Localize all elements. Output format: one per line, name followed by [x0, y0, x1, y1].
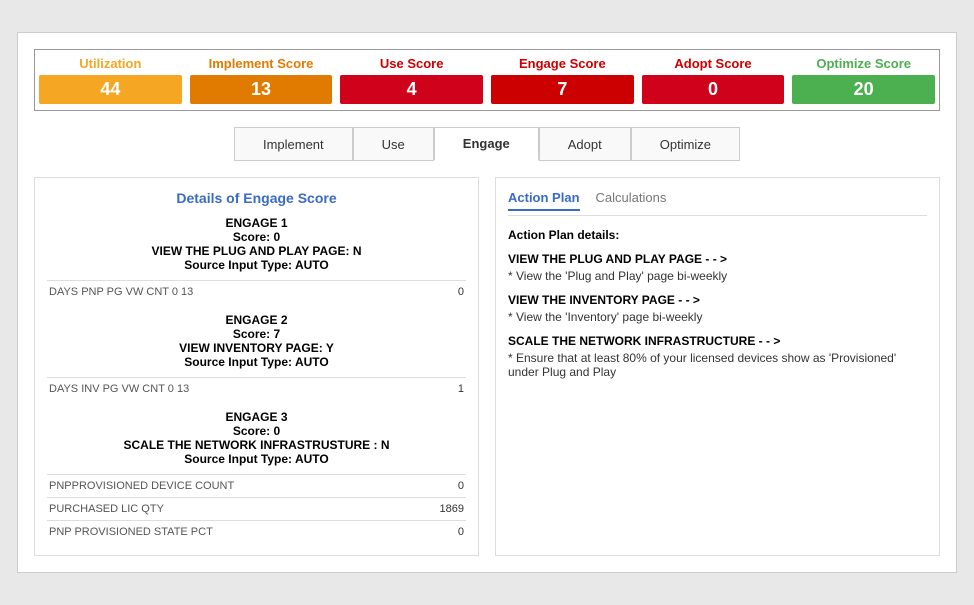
data-value-purchased-lic: 1869: [440, 503, 464, 515]
engage-2-detail: VIEW INVENTORY PAGE: Y: [47, 341, 466, 355]
tab-use[interactable]: Use: [353, 127, 434, 161]
tab-engage[interactable]: Engage: [434, 127, 539, 161]
ap-item-1-title: VIEW THE PLUG AND PLAY PAGE - - >: [508, 252, 927, 266]
data-label-days-inv: DAYS INV PG VW CNT 0 13: [49, 383, 458, 395]
engage-3-name: ENGAGE 3: [47, 410, 466, 424]
tabs-row: Implement Use Engage Adopt Optimize: [34, 127, 940, 161]
ap-item-2-desc: * View the 'Inventory' page bi-weekly: [508, 310, 927, 324]
score-value-use: 4: [340, 75, 483, 104]
engage-2-score: Score: 7: [47, 327, 466, 341]
ap-item-3-title: SCALE THE NETWORK INFRASTRUCTURE - - >: [508, 334, 927, 348]
right-panel-tabs: Action Plan Calculations: [508, 190, 927, 216]
ap-header: Action Plan details:: [508, 228, 927, 242]
main-container: Utilization 44 Implement Score 13 Use Sc…: [17, 32, 957, 573]
data-row-pnp-state: PNP PROVISIONED STATE PCT 0: [47, 520, 466, 543]
score-header: Utilization 44 Implement Score 13 Use Sc…: [34, 49, 940, 111]
engage-1-name: ENGAGE 1: [47, 216, 466, 230]
right-panel: Action Plan Calculations Action Plan det…: [495, 177, 940, 556]
ap-item-3-desc: * Ensure that at least 80% of your licen…: [508, 351, 927, 379]
data-label-days-pnp: DAYS PNP PG VW CNT 0 13: [49, 286, 458, 298]
data-label-purchased-lic: PURCHASED LIC QTY: [49, 503, 440, 515]
score-label-use: Use Score: [340, 56, 483, 71]
score-label-optimize: Optimize Score: [792, 56, 935, 71]
ap-item-2: VIEW THE INVENTORY PAGE - - > * View the…: [508, 293, 927, 324]
ap-item-3: SCALE THE NETWORK INFRASTRUCTURE - - > *…: [508, 334, 927, 379]
score-cell-utilization: Utilization 44: [35, 50, 186, 110]
ap-item-2-title: VIEW THE INVENTORY PAGE - - >: [508, 293, 927, 307]
data-value-days-inv: 1: [458, 383, 464, 395]
data-row-days-inv: DAYS INV PG VW CNT 0 13 1: [47, 377, 466, 400]
engage-block-1: ENGAGE 1 Score: 0 VIEW THE PLUG AND PLAY…: [47, 216, 466, 272]
score-value-implement: 13: [190, 75, 333, 104]
data-value-days-pnp: 0: [458, 286, 464, 298]
engage-3-source: Source Input Type: AUTO: [47, 452, 466, 466]
engage-1-source: Source Input Type: AUTO: [47, 258, 466, 272]
score-cell-adopt: Adopt Score 0: [638, 50, 789, 110]
data-row-purchased-lic: PURCHASED LIC QTY 1869: [47, 497, 466, 520]
score-cell-use: Use Score 4: [336, 50, 487, 110]
score-cell-implement: Implement Score 13: [186, 50, 337, 110]
right-tab-action-plan[interactable]: Action Plan: [508, 190, 580, 211]
score-label-adopt: Adopt Score: [642, 56, 785, 71]
engage-3-score: Score: 0: [47, 424, 466, 438]
score-label-utilization: Utilization: [39, 56, 182, 71]
score-value-engage: 7: [491, 75, 634, 104]
panel-title: Details of Engage Score: [47, 190, 466, 206]
data-label-pnp-device: PNPPROVISIONED DEVICE COUNT: [49, 480, 458, 492]
data-row-pnp-device: PNPPROVISIONED DEVICE COUNT 0: [47, 474, 466, 497]
engage-1-detail: VIEW THE PLUG AND PLAY PAGE: N: [47, 244, 466, 258]
score-value-utilization: 44: [39, 75, 182, 104]
engage-2-source: Source Input Type: AUTO: [47, 355, 466, 369]
engage-3-detail: SCALE THE NETWORK INFRASTRUSTURE : N: [47, 438, 466, 452]
score-value-optimize: 20: [792, 75, 935, 104]
data-label-pnp-state: PNP PROVISIONED STATE PCT: [49, 526, 458, 538]
score-cell-optimize: Optimize Score 20: [788, 50, 939, 110]
score-label-implement: Implement Score: [190, 56, 333, 71]
data-row-days-pnp: DAYS PNP PG VW CNT 0 13 0: [47, 280, 466, 303]
right-tab-calculations[interactable]: Calculations: [596, 190, 667, 211]
data-value-pnp-device: 0: [458, 480, 464, 492]
score-value-adopt: 0: [642, 75, 785, 104]
engage-block-2: ENGAGE 2 Score: 7 VIEW INVENTORY PAGE: Y…: [47, 313, 466, 369]
content-area: Details of Engage Score ENGAGE 1 Score: …: [34, 177, 940, 556]
score-label-engage: Engage Score: [491, 56, 634, 71]
tab-implement[interactable]: Implement: [234, 127, 353, 161]
tab-adopt[interactable]: Adopt: [539, 127, 631, 161]
tab-optimize[interactable]: Optimize: [631, 127, 740, 161]
engage-1-score: Score: 0: [47, 230, 466, 244]
engage-2-name: ENGAGE 2: [47, 313, 466, 327]
action-plan-content: Action Plan details: VIEW THE PLUG AND P…: [508, 228, 927, 379]
ap-item-1-desc: * View the 'Plug and Play' page bi-weekl…: [508, 269, 927, 283]
left-panel: Details of Engage Score ENGAGE 1 Score: …: [34, 177, 479, 556]
ap-item-1: VIEW THE PLUG AND PLAY PAGE - - > * View…: [508, 252, 927, 283]
score-cell-engage: Engage Score 7: [487, 50, 638, 110]
data-value-pnp-state: 0: [458, 526, 464, 538]
engage-block-3: ENGAGE 3 Score: 0 SCALE THE NETWORK INFR…: [47, 410, 466, 466]
